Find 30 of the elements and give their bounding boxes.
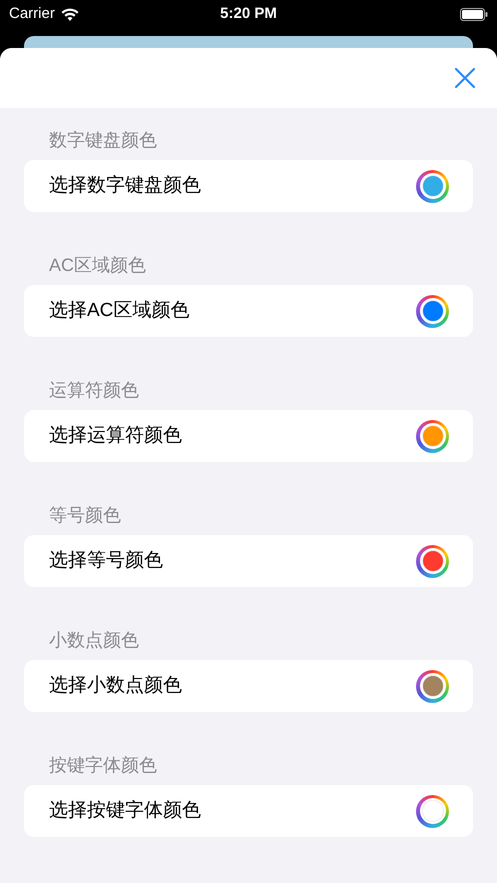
section-header: 运算符颜色 bbox=[48, 379, 140, 402]
row-label: 选择运算符颜色 bbox=[49, 424, 182, 448]
section-header: 小数点颜色 bbox=[48, 629, 140, 652]
carrier-label: Carrier bbox=[9, 4, 55, 24]
row-label: 选择小数点颜色 bbox=[49, 674, 182, 698]
color-row[interactable]: 选择数字键盘颜色 bbox=[24, 160, 473, 212]
color-well[interactable] bbox=[416, 670, 449, 702]
section-header: 数字键盘颜色 bbox=[48, 129, 158, 152]
color-well[interactable] bbox=[416, 544, 449, 578]
color-row[interactable]: 选择小数点颜色 bbox=[24, 660, 473, 712]
color-well[interactable] bbox=[416, 420, 449, 452]
color-well[interactable] bbox=[416, 294, 449, 328]
color-well[interactable] bbox=[416, 794, 449, 828]
color-well[interactable] bbox=[416, 170, 449, 202]
row-label: 选择等号颜色 bbox=[49, 548, 163, 573]
section-header: AC区域颜色 bbox=[48, 254, 148, 277]
close-button[interactable] bbox=[453, 66, 477, 90]
wifi-icon bbox=[60, 8, 79, 20]
color-row[interactable]: 选择运算符颜色 bbox=[24, 410, 473, 462]
color-row[interactable]: 选择等号颜色 bbox=[24, 535, 473, 587]
close-icon bbox=[453, 66, 477, 90]
status-time: 5:20 PM bbox=[220, 4, 277, 24]
battery-icon bbox=[460, 8, 488, 20]
section-header: 等号颜色 bbox=[48, 504, 122, 527]
row-label: 选择AC区域颜色 bbox=[49, 298, 190, 323]
color-row[interactable]: 选择AC区域颜色 bbox=[24, 285, 473, 337]
color-row[interactable]: 选择按键字体颜色 bbox=[24, 785, 473, 837]
section-header: 按键字体颜色 bbox=[48, 754, 158, 777]
row-label: 选择数字键盘颜色 bbox=[49, 174, 201, 198]
row-label: 选择按键字体颜色 bbox=[49, 798, 201, 823]
